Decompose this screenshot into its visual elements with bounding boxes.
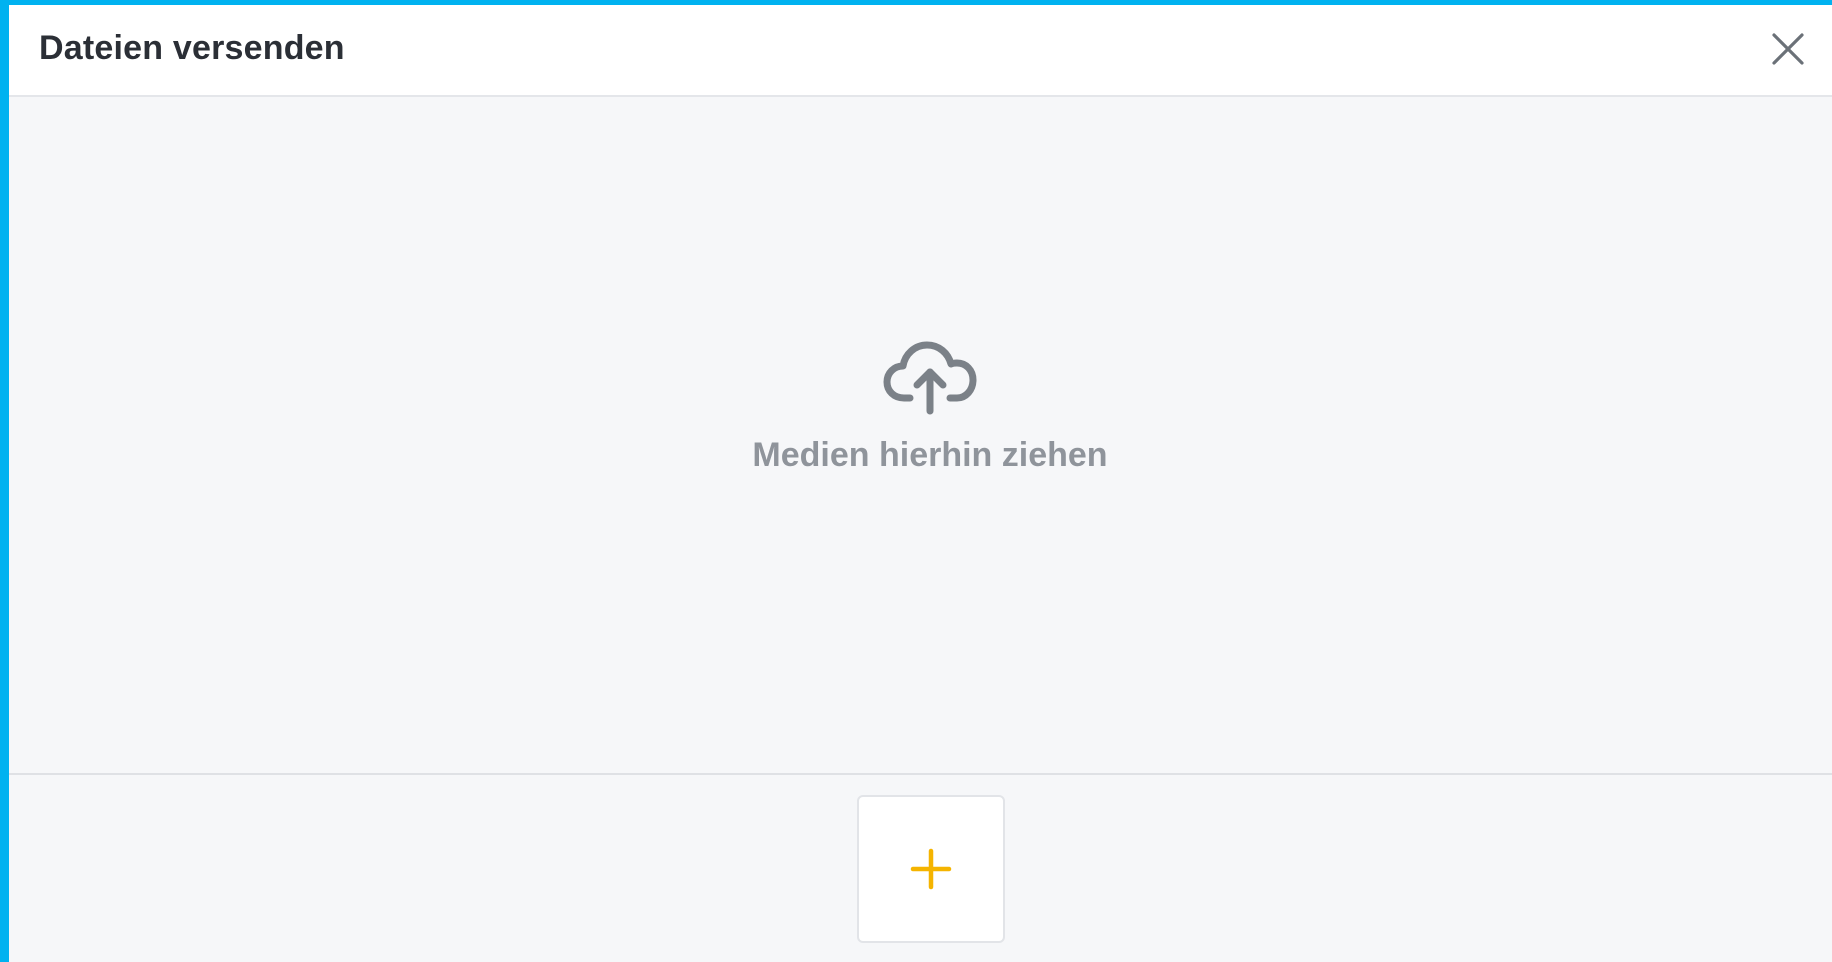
close-icon <box>1772 33 1804 65</box>
dialog-footer <box>9 775 1832 962</box>
add-file-button[interactable] <box>857 795 1005 943</box>
plus-icon <box>910 848 952 890</box>
dialog-title: Dateien versenden <box>39 29 345 67</box>
cloud-upload-icon <box>883 341 977 415</box>
send-files-dialog: Dateien versenden Medien hierhin ziehen <box>9 5 1832 962</box>
dialog-header: Dateien versenden <box>9 5 1832 97</box>
media-dropzone[interactable]: Medien hierhin ziehen <box>9 97 1832 773</box>
dropzone-text: Medien hierhin ziehen <box>752 436 1108 474</box>
close-button[interactable] <box>1768 29 1808 69</box>
